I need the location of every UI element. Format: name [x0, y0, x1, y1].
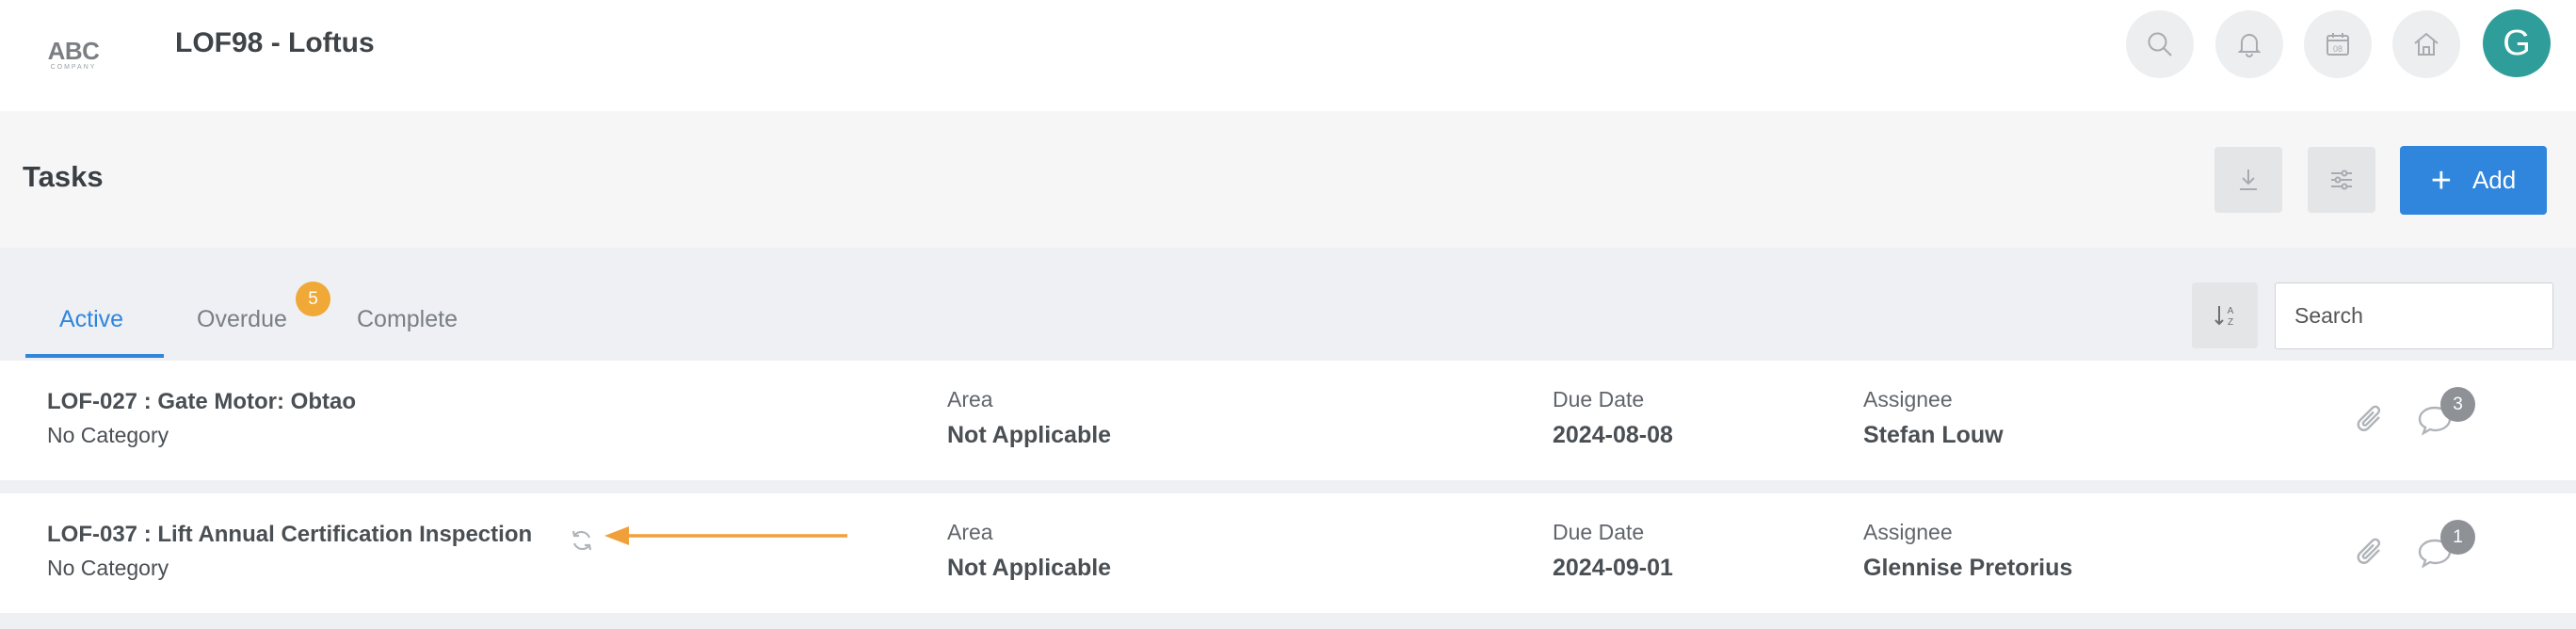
area-label: Area: [947, 520, 993, 544]
sliders-icon: [2331, 169, 2352, 190]
task-title[interactable]: LOF-027 : Gate Motor: Obtao: [47, 389, 356, 415]
task-category: No Category: [47, 423, 169, 447]
page-header: Tasks + Add: [0, 111, 2576, 248]
assignee-value: Glennise Pretorius: [1863, 555, 2073, 581]
tab-complete[interactable]: Complete: [357, 306, 458, 333]
search-input[interactable]: [2275, 282, 2553, 349]
paperclip-icon[interactable]: [2353, 402, 2389, 440]
logo-subtext: COMPANY: [50, 64, 97, 71]
svg-text:A: A: [2228, 306, 2234, 316]
bell-icon: [2237, 34, 2262, 57]
area-value: Not Applicable: [947, 422, 1112, 448]
area-value: Not Applicable: [947, 555, 1112, 581]
assignee-value: Stefan Louw: [1863, 422, 2004, 448]
task-row[interactable]: LOF-037 : Lift Annual Certification Insp…: [0, 493, 2576, 613]
overdue-count-badge: 5: [296, 282, 330, 316]
assignee-label: Assignee: [1863, 387, 1953, 411]
add-label: Add: [2471, 166, 2517, 194]
due-date-label: Due Date: [1553, 387, 1645, 411]
tab-overdue[interactable]: Overdue: [197, 306, 287, 333]
calendar-day: 08: [2333, 44, 2343, 54]
task-category: No Category: [47, 556, 169, 580]
company-logo[interactable]: ABC COMPANY: [28, 21, 119, 87]
tab-active[interactable]: Active: [59, 306, 123, 333]
assignee-label: Assignee: [1863, 520, 1953, 544]
logo-text: ABC: [47, 37, 100, 65]
plus-icon: +: [2430, 160, 2452, 201]
page-title: Tasks: [23, 160, 104, 193]
top-bar: ABC COMPANY LOF98 - Loftus 08 G: [0, 0, 2576, 111]
due-date-value: 2024-09-01: [1553, 555, 1673, 581]
home-icon: [2414, 32, 2439, 56]
user-avatar[interactable]: G: [2483, 9, 2551, 77]
download-icon: [2240, 169, 2257, 190]
due-date-label: Due Date: [1553, 520, 1645, 544]
home-button[interactable]: [2392, 10, 2460, 78]
recurring-icon: [572, 530, 592, 551]
download-button[interactable]: [2214, 147, 2282, 213]
area-label: Area: [947, 387, 993, 411]
sort-az-icon: AZ: [2214, 306, 2234, 328]
due-date-value: 2024-08-08: [1553, 422, 1673, 448]
add-task-button[interactable]: + Add: [2400, 146, 2547, 215]
task-row[interactable]: LOF-027 : Gate Motor: Obtao No Category …: [0, 361, 2576, 480]
paperclip-icon[interactable]: [2353, 535, 2389, 573]
search-button[interactable]: [2126, 10, 2194, 78]
site-title: LOF98 - Loftus: [175, 27, 375, 58]
active-tab-indicator: [25, 354, 164, 358]
calendar-button[interactable]: 08: [2304, 10, 2372, 78]
sort-button[interactable]: AZ: [2192, 282, 2258, 348]
svg-text:Z: Z: [2228, 317, 2233, 328]
task-title[interactable]: LOF-037 : Lift Annual Certification Insp…: [47, 522, 532, 548]
annotation-arrow-icon: [604, 526, 847, 545]
filter-button[interactable]: [2308, 147, 2375, 213]
search-icon: [2148, 32, 2172, 56]
calendar-icon: 08: [2326, 33, 2349, 56]
comment-count-badge: 1: [2440, 520, 2475, 555]
comment-count-badge: 3: [2440, 387, 2475, 422]
notifications-button[interactable]: [2215, 10, 2283, 78]
